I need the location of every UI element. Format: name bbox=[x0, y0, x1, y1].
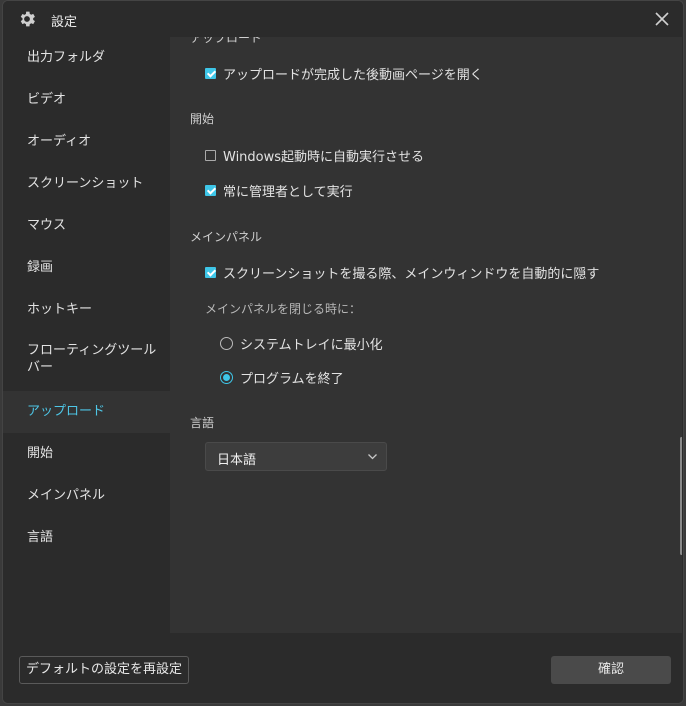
sidebar-item-hotkeys[interactable]: ホットキー bbox=[3, 289, 170, 331]
sidebar-item-upload[interactable]: アップロード bbox=[3, 391, 170, 433]
sidebar-item-recording[interactable]: 録画 bbox=[3, 247, 170, 289]
section-title-start: 開始 bbox=[190, 112, 215, 126]
title-bar: 設定 bbox=[3, 1, 683, 37]
window-title: 設定 bbox=[51, 15, 78, 30]
option-label: プログラムを終了 bbox=[240, 372, 344, 387]
checkbox[interactable] bbox=[205, 267, 216, 278]
settings-content: アップロード アップロードが完成した後動画ページを開く 開始 Windows起動… bbox=[170, 37, 682, 633]
sidebar-item-output-folder[interactable]: 出力フォルダ bbox=[3, 37, 170, 79]
sidebar-item-video[interactable]: ビデオ bbox=[3, 79, 170, 121]
footer: デフォルトの設定を再設定 確認 bbox=[3, 633, 683, 703]
gear-icon bbox=[20, 11, 35, 27]
sidebar-item-audio[interactable]: オーディオ bbox=[3, 121, 170, 163]
sidebar-item-label: オーディオ bbox=[27, 134, 92, 149]
sidebar-item-label: マウス bbox=[27, 218, 67, 233]
section-title-language: 言語 bbox=[190, 416, 215, 430]
sidebar-item-label: 録画 bbox=[27, 260, 54, 275]
sidebar-item-language[interactable]: 言語 bbox=[3, 517, 170, 559]
sidebar-item-main-panel[interactable]: メインパネル bbox=[3, 475, 170, 517]
radio-button[interactable] bbox=[220, 371, 233, 384]
close-icon[interactable] bbox=[651, 8, 673, 30]
auto-run-option[interactable]: Windows起動時に自動実行させる bbox=[205, 146, 424, 165]
language-select[interactable]: 日本語 bbox=[205, 442, 387, 471]
scrollbar[interactable] bbox=[680, 437, 682, 555]
sidebar-item-label: スクリーンショット bbox=[27, 176, 144, 191]
confirm-button[interactable]: 確認 bbox=[551, 656, 671, 684]
run-as-admin-option[interactable]: 常に管理者として実行 bbox=[205, 181, 353, 200]
option-label: 常に管理者として実行 bbox=[223, 185, 353, 200]
section-title-main-panel: メインパネル bbox=[190, 230, 263, 244]
sidebar-item-label: フローティングツールバー bbox=[27, 343, 157, 375]
language-select-value: 日本語 bbox=[217, 453, 257, 468]
option-label: スクリーンショットを撮る際、メインウィンドウを自動的に隠す bbox=[223, 267, 600, 282]
reset-defaults-button[interactable]: デフォルトの設定を再設定 bbox=[19, 656, 189, 684]
hide-on-capture-option[interactable]: スクリーンショットを撮る際、メインウィンドウを自動的に隠す bbox=[205, 263, 599, 282]
sidebar: 出力フォルダ ビデオ オーディオ スクリーンショット マウス 録画 ホットキー … bbox=[3, 37, 170, 633]
option-label: Windows起動時に自動実行させる bbox=[223, 150, 425, 165]
settings-window: 設定 出力フォルダ ビデオ オーディオ スクリーンショット マウス 録画 ホット… bbox=[2, 0, 684, 704]
checkbox[interactable] bbox=[205, 185, 216, 196]
sidebar-item-floating-toolbar[interactable]: フローティングツールバー bbox=[3, 337, 163, 385]
sidebar-item-screenshot[interactable]: スクリーンショット bbox=[3, 163, 170, 205]
sidebar-item-mouse[interactable]: マウス bbox=[3, 205, 170, 247]
sidebar-item-label: アップロード bbox=[27, 404, 106, 419]
radio-button[interactable] bbox=[220, 337, 233, 350]
sidebar-item-label: 言語 bbox=[27, 530, 54, 545]
on-close-label: メインパネルを閉じる時に： bbox=[205, 302, 362, 316]
section-title-upload: アップロード bbox=[190, 37, 263, 45]
chevron-down-icon bbox=[368, 454, 377, 460]
sidebar-item-start[interactable]: 開始 bbox=[3, 433, 170, 475]
sidebar-item-label: 開始 bbox=[27, 446, 54, 461]
checkbox[interactable] bbox=[205, 150, 216, 161]
minimize-to-tray-option[interactable]: システムトレイに最小化 bbox=[220, 334, 383, 353]
sidebar-item-label: ビデオ bbox=[27, 92, 67, 107]
option-label: アップロードが完成した後動画ページを開く bbox=[223, 68, 483, 83]
sidebar-item-label: メインパネル bbox=[27, 488, 106, 503]
exit-program-option[interactable]: プログラムを終了 bbox=[220, 368, 344, 387]
checkbox[interactable] bbox=[205, 68, 216, 79]
upload-open-page-option[interactable]: アップロードが完成した後動画ページを開く bbox=[205, 64, 483, 83]
sidebar-item-label: ホットキー bbox=[27, 302, 93, 317]
sidebar-item-label: 出力フォルダ bbox=[27, 50, 106, 65]
option-label: システムトレイに最小化 bbox=[240, 338, 383, 353]
